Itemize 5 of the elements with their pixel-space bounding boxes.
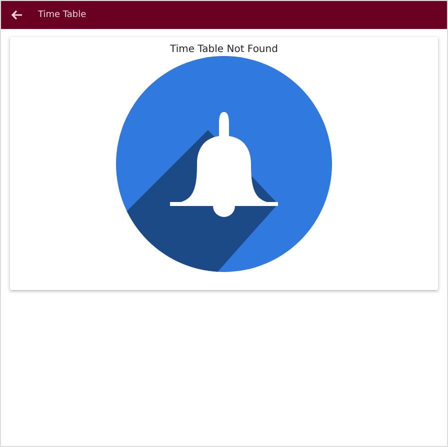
app-bar-title: Time Table bbox=[38, 10, 86, 20]
empty-message: Time Table Not Found bbox=[170, 44, 278, 55]
back-arrow-icon bbox=[11, 10, 23, 20]
bell-icon bbox=[116, 56, 332, 272]
back-button[interactable] bbox=[10, 8, 24, 22]
